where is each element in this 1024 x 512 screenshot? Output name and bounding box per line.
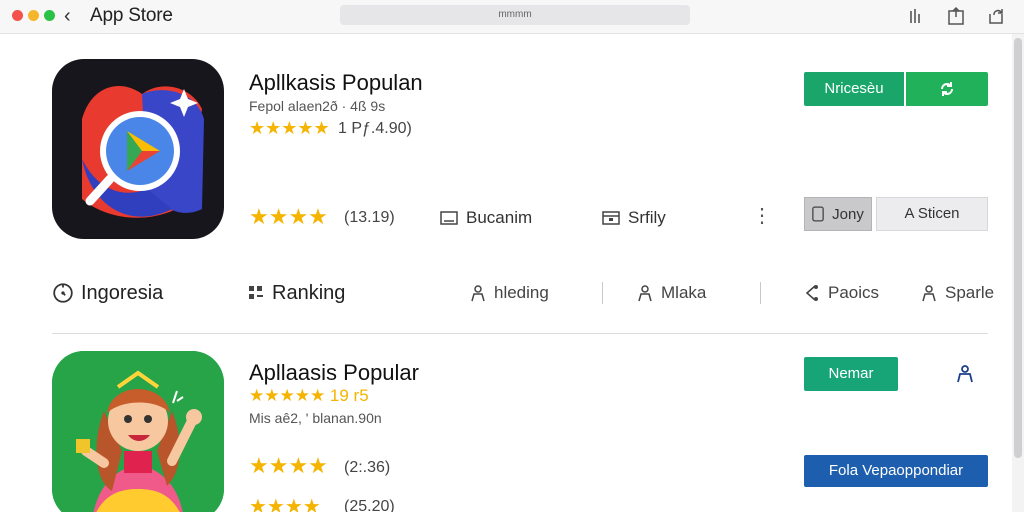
refresh-icon bbox=[941, 82, 953, 96]
divider bbox=[52, 333, 988, 334]
window-title: App Store bbox=[90, 5, 173, 26]
play-logo-icon bbox=[82, 86, 204, 218]
person-icon bbox=[638, 285, 652, 302]
secondary-action-button[interactable]: A Sticen bbox=[876, 197, 988, 231]
app-subtitle: Fepol alaen2ð · 4ß 9s bbox=[249, 98, 386, 114]
star-rating-line: ★★★★★ 19 r5 bbox=[249, 386, 369, 405]
category-label: Ingoresia bbox=[81, 281, 164, 304]
close-window-button[interactable] bbox=[12, 10, 23, 21]
meta-item[interactable]: Srfily bbox=[602, 208, 666, 228]
sync-button[interactable] bbox=[906, 72, 988, 106]
phone-icon bbox=[812, 206, 824, 222]
person-icon[interactable] bbox=[955, 364, 975, 384]
cartoon-girl-icon bbox=[52, 351, 224, 512]
person-icon bbox=[922, 285, 936, 302]
address-bar[interactable]: mmmm bbox=[340, 5, 690, 25]
rating-count: (25.20) bbox=[344, 498, 395, 512]
rating-count: (13.19) bbox=[344, 209, 395, 226]
minimize-window-button[interactable] bbox=[28, 10, 39, 21]
title-bar: ‹ App Store mmmm bbox=[0, 0, 1024, 34]
category-label: Sparle bbox=[945, 283, 995, 302]
device-button-label: Jony bbox=[832, 205, 864, 223]
share-icon[interactable] bbox=[946, 6, 966, 26]
more-options-icon[interactable]: ⋮ bbox=[752, 206, 772, 226]
category-tab-mlaka[interactable]: Mlaka bbox=[636, 278, 706, 308]
back-chevron-icon[interactable]: ‹ bbox=[64, 5, 71, 28]
app-name[interactable]: Apllaasis Popular bbox=[249, 360, 419, 386]
person-icon bbox=[471, 285, 485, 302]
category-label: Mlaka bbox=[661, 283, 707, 302]
star-rating: ★★★★★ bbox=[249, 118, 330, 138]
divider bbox=[602, 282, 603, 304]
category-bar: Ingoresia Ranking hleding Mlaka Paoics S… bbox=[52, 278, 994, 308]
divider bbox=[760, 282, 761, 304]
category-tab-ingoresia[interactable]: Ingoresia bbox=[52, 278, 163, 308]
app-subtitle: Mis aê2, ' blanan.90n bbox=[249, 410, 382, 426]
category-label: hleding bbox=[494, 283, 549, 302]
category-label: Ranking bbox=[272, 281, 346, 304]
star-rating: ★★★★ bbox=[249, 204, 328, 229]
category-tab-paoics[interactable]: Paoics bbox=[803, 278, 879, 308]
category-label: Paoics bbox=[828, 283, 880, 302]
zoom-window-button[interactable] bbox=[44, 10, 55, 21]
rating-count: (2:.36) bbox=[344, 459, 391, 476]
app-icon-play[interactable] bbox=[52, 59, 224, 239]
category-tab-hleding[interactable]: hleding bbox=[469, 278, 549, 308]
device-button[interactable]: Jony bbox=[804, 197, 872, 231]
app-icon-character[interactable] bbox=[52, 351, 224, 512]
star-rating: ★★★★ bbox=[249, 496, 321, 512]
wide-action-button[interactable]: Fola Vepaoppondiar bbox=[804, 455, 988, 487]
meta-label: Bucanim bbox=[466, 208, 533, 227]
get-button[interactable]: Nricesèu bbox=[804, 72, 904, 106]
clock-icon bbox=[53, 283, 73, 303]
category-tab-sparle[interactable]: Sparle bbox=[920, 278, 994, 308]
meta-label: Srfily bbox=[628, 208, 666, 227]
category-tab-ranking[interactable]: Ranking bbox=[247, 278, 345, 308]
star-rating: ★★★★ bbox=[249, 453, 328, 478]
meta-item[interactable]: Bucanim bbox=[440, 208, 532, 228]
scrollbar-thumb[interactable] bbox=[1014, 38, 1022, 458]
get-button[interactable]: Nemar bbox=[804, 357, 898, 391]
refresh-icon[interactable] bbox=[986, 6, 1006, 26]
grid-icon bbox=[249, 286, 263, 299]
rating-count: 1 Pƒ.4.90) bbox=[338, 120, 412, 137]
image-icon bbox=[440, 211, 458, 225]
bookmark-icon[interactable] bbox=[905, 6, 925, 26]
app-name[interactable]: Apllkasis Populan bbox=[249, 70, 423, 96]
window-icon bbox=[602, 211, 620, 225]
share-icon bbox=[805, 285, 818, 301]
